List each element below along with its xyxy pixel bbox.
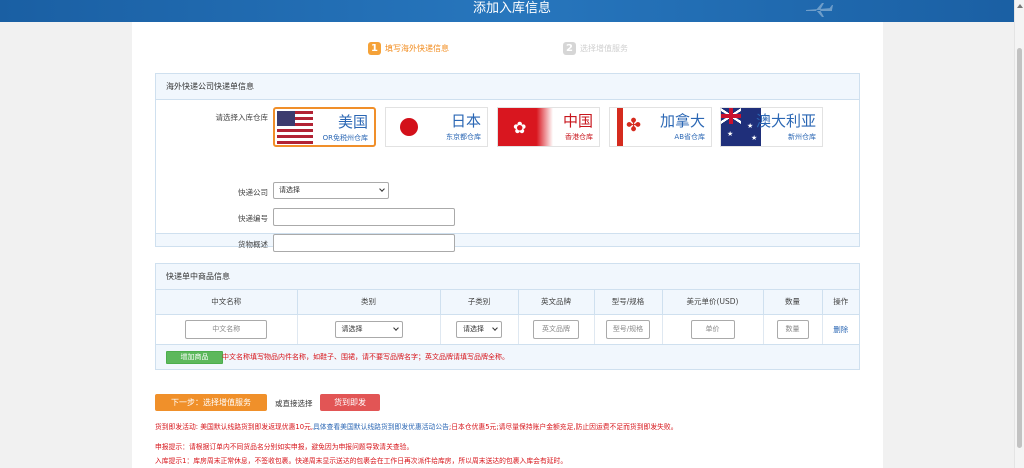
or-direct-text: 或直接选择	[275, 399, 313, 408]
goods-desc-input[interactable]	[273, 234, 455, 252]
panel-title: 快递单中商品信息	[156, 264, 859, 290]
table-header-row: 中文名称 类别 子类别 英文品牌 型号/规格 美元单价(USD) 数量 操作	[156, 290, 859, 315]
courier-select-value: 请选择	[279, 186, 300, 194]
warehouse-sub: OR免税州仓库	[322, 134, 368, 142]
warehouse-option-jp[interactable]: 日本 东京都仓库	[385, 107, 488, 147]
column-header: 操作	[822, 290, 859, 315]
add-goods-tip: 中文名称填写物品内件名称，如鞋子、围裙，请不要写品牌名字；英文品牌请填写品牌全称…	[222, 353, 509, 361]
goods-info-panel: 快递单中商品信息 中文名称 类别 子类别 英文品牌 型号/规格 美元单价(USD…	[155, 263, 860, 370]
column-header: 美元单价(USD)	[662, 290, 764, 315]
us-flag-icon	[277, 111, 313, 145]
column-header: 数量	[763, 290, 823, 315]
header-banner: 添加入库信息	[0, 0, 1024, 22]
add-goods-button[interactable]: 增加商品	[166, 351, 223, 364]
next-step-button[interactable]: 下一步：选择增值服务	[155, 394, 267, 411]
warehouse-name: 加拿大	[659, 112, 705, 130]
jp-flag-icon	[400, 118, 418, 136]
ca-flag-icon: ✤	[610, 108, 654, 146]
warehouse-option-ca[interactable]: ✤ 加拿大 AB省仓库	[609, 107, 712, 147]
warehouse-name: 中国	[562, 112, 593, 130]
panel-title: 海外快递公司快递单信息	[156, 74, 859, 100]
left-gutter	[0, 22, 132, 468]
storage-tip: 入库提示1：库房周末正常休息，不签收包裹。快递周末显示送达的包裹会在工作日再次派…	[155, 457, 568, 465]
hk-flag-icon: ✿	[498, 108, 553, 146]
warehouse-sub: 香港仓库	[565, 133, 593, 141]
warehouse-sub: 新州仓库	[788, 133, 816, 141]
warehouse-sub: AB省仓库	[674, 133, 705, 141]
category-select-value: 请选择	[341, 324, 363, 333]
warehouse-option-au[interactable]: ★ ★ ★ 澳大利亚 新州仓库	[720, 107, 823, 147]
promo-link[interactable]: 具体查看美国默认线路货到即发优惠活动公告	[313, 423, 449, 431]
brand-input[interactable]: 英文品牌	[533, 319, 579, 339]
column-header: 子类别	[440, 290, 519, 315]
scroll-up-arrow-icon[interactable]	[1017, 4, 1023, 8]
warehouse-sub: 东京都仓库	[446, 133, 481, 141]
category-select[interactable]: 请选择	[334, 320, 403, 338]
scrollbar[interactable]	[1014, 0, 1024, 468]
step-2: 2 选择增值服务	[563, 40, 628, 56]
courier-info-panel: 海外快递公司快递单信息 请选择入库仓库 美国 OR免税州仓库 日本 东京都仓库 …	[155, 73, 860, 252]
chevron-down-icon	[392, 324, 399, 331]
step-1: 1 填写海外快递信息	[368, 40, 449, 56]
subcategory-select-value: 请选择	[463, 324, 484, 333]
step-number: 2	[563, 41, 576, 55]
promo-note: 货到即发活动: 美国默认线路货到即发返现优惠10元,具体查看美国默认线路货到即发…	[155, 421, 678, 431]
column-header: 类别	[297, 290, 441, 315]
column-header: 型号/规格	[594, 290, 663, 315]
table-row: 中文名称 请选择 请选择 英文品牌 型号/规格 单价 数量 删除	[156, 314, 859, 345]
scrollbar-thumb[interactable]	[1017, 48, 1022, 448]
warehouse-option-us[interactable]: 美国 OR免税州仓库	[273, 107, 376, 147]
delete-link[interactable]: 删除	[833, 325, 848, 334]
promo-suffix: ;日本仓优惠5元;请尽量保持账户金额充足,防止因运费不足而货到即发失败。	[448, 423, 678, 431]
step-label: 填写海外快递信息	[385, 43, 449, 53]
warehouse-name: 日本	[450, 112, 481, 130]
warehouse-name: 澳大利亚	[755, 112, 816, 130]
cn-name-input[interactable]: 中文名称	[185, 319, 268, 339]
goods-table: 中文名称 类别 子类别 英文品牌 型号/规格 美元单价(USD) 数量 操作 中…	[156, 290, 859, 345]
step-label: 选择增值服务	[580, 43, 628, 53]
warehouse-label: 请选择入库仓库	[215, 113, 269, 122]
chevron-down-icon	[492, 324, 498, 331]
right-gutter	[883, 22, 1014, 468]
courier-label: 快递公司	[238, 188, 268, 197]
price-input[interactable]: 单价	[690, 319, 735, 339]
warehouse-name: 美国	[337, 113, 368, 131]
tracking-label: 快递编号	[238, 214, 268, 223]
goods-desc-label: 货物概述	[238, 240, 268, 249]
column-header: 中文名称	[156, 290, 298, 315]
tracking-number-input[interactable]	[273, 208, 455, 226]
promo-prefix: 货到即发活动: 美国默认线路货到即发返现优惠10元,	[155, 423, 313, 431]
column-header: 英文品牌	[518, 290, 595, 315]
page-title: 添加入库信息	[472, 1, 551, 16]
quantity-input[interactable]: 数量	[776, 319, 809, 339]
declare-tip: 申报提示：请根据订单内不同货品名分别如实申报，避免因为申报问题导致清关查验。	[155, 443, 414, 451]
chevron-down-icon	[379, 186, 385, 192]
courier-select[interactable]: 请选择	[273, 182, 389, 199]
model-input[interactable]: 型号/规格	[606, 319, 650, 339]
send-on-arrival-button[interactable]: 货到即发	[320, 394, 380, 411]
step-number: 1	[368, 41, 381, 55]
subcategory-select[interactable]: 请选择	[456, 320, 502, 338]
warehouse-option-hk[interactable]: ✿ 中国 香港仓库	[497, 107, 600, 147]
